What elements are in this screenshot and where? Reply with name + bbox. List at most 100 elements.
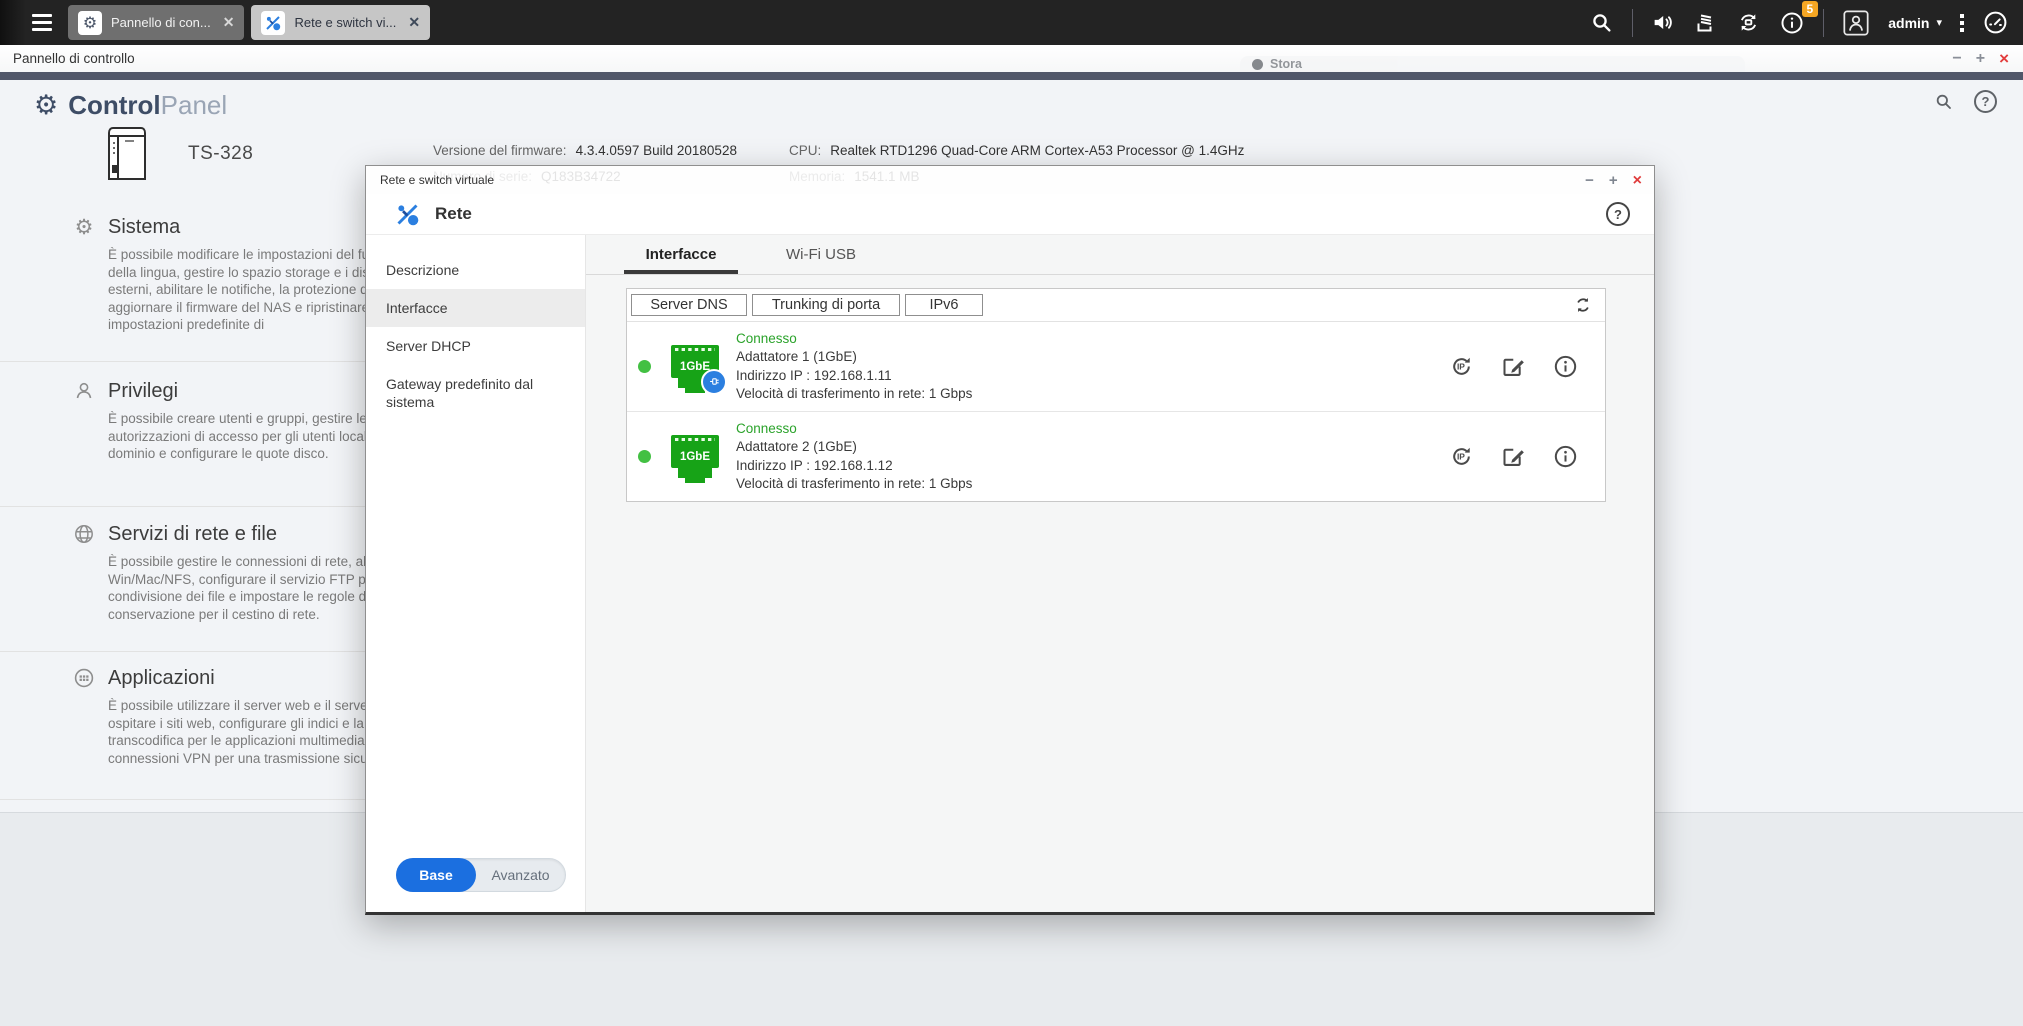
admin-label: admin [1888, 15, 1929, 31]
admin-menu[interactable]: admin ▾ [1888, 15, 1942, 31]
storage-window-title: Stora [1270, 57, 1302, 71]
nav-item-descrizione[interactable]: Descrizione [366, 251, 585, 289]
edit-icon[interactable] [1500, 353, 1527, 380]
search-icon[interactable] [1590, 11, 1614, 35]
status-dot [638, 360, 651, 373]
menu-shade [0, 0, 26, 45]
edit-icon[interactable] [1500, 443, 1527, 470]
renew-ip-icon[interactable]: IP [1448, 353, 1475, 380]
close-icon[interactable]: ✕ [408, 14, 420, 31]
tab-interfacce[interactable]: Interfacce [624, 235, 738, 274]
tab-network-switch[interactable]: Rete e switch vi... ✕ [251, 5, 430, 40]
maximize-button[interactable]: + [1976, 51, 1985, 67]
section-title: Servizi di rete e file [108, 523, 277, 546]
section-servizi-rete-file[interactable]: Servizi di rete e file È possibile gesti… [72, 522, 412, 623]
nic-icon: 1GbE [670, 428, 720, 486]
speed-label: Velocità di trasferimento in rete: [736, 476, 925, 491]
server-dns-button[interactable]: Server DNS [631, 294, 747, 316]
info-icon[interactable] [1552, 443, 1579, 470]
volume-icon[interactable] [1651, 10, 1676, 35]
status-dot [638, 450, 651, 463]
adapter-name: Adattatore 1 (1GbE) [736, 348, 972, 367]
close-button[interactable]: × [1633, 173, 1642, 188]
panel-toolbar: Server DNS Trunking di porta IPv6 [627, 289, 1605, 322]
top-bar: ⚙ Pannello di con... ✕ Rete e switch vi.… [0, 0, 2023, 45]
adapter-ip-line: Indirizzo IP : 192.168.1.11 [736, 367, 972, 386]
ip-label: Indirizzo IP : [736, 458, 810, 473]
section-applicazioni[interactable]: Applicazioni È possibile utilizzare il s… [72, 666, 412, 767]
nav-item-gateway[interactable]: Gateway predefinito dal sistema [366, 365, 585, 421]
background-window-storage: Stora [1240, 56, 1745, 72]
section-title: Sistema [108, 216, 180, 239]
brand-bold: Control [68, 90, 160, 120]
renew-ip-icon[interactable]: IP [1448, 443, 1475, 470]
adapter-status: Connesso [736, 420, 972, 439]
close-button[interactable]: × [1999, 51, 2009, 67]
adapter-name: Adattatore 2 (1GbE) [736, 438, 972, 457]
notification-badge: 5 [1802, 1, 1819, 17]
port-trunking-button[interactable]: Trunking di porta [752, 294, 900, 316]
gear-icon: ⚙ [78, 11, 102, 35]
mode-base[interactable]: Base [396, 858, 476, 892]
section-sistema[interactable]: ⚙ Sistema È possibile modificare le impo… [72, 215, 412, 334]
close-icon[interactable]: ✕ [223, 14, 235, 31]
network-icon [261, 11, 285, 35]
minimize-button[interactable]: − [1952, 51, 1961, 67]
minimize-button[interactable]: − [1585, 173, 1594, 188]
background-tasks-icon[interactable] [1694, 11, 1718, 35]
tab-label: Pannello di con... [111, 15, 211, 30]
nas-model: TS-328 [188, 143, 253, 165]
dialog-nav: Descrizione Interfacce Server DHCP Gatew… [366, 235, 586, 912]
gear-icon: ⚙ [34, 92, 58, 119]
main-menu-icon[interactable] [32, 14, 52, 31]
adapter-status: Connesso [736, 330, 972, 349]
avatar[interactable] [1842, 9, 1870, 37]
adapter-speed-line: Velocità di trasferimento in rete: 1 Gbp… [736, 475, 972, 494]
section-privilegi[interactable]: Privilegi È possibile creare utenti e gr… [72, 379, 412, 463]
nav-item-server-dhcp[interactable]: Server DHCP [366, 327, 585, 365]
apps-icon [72, 666, 96, 690]
dashboard-icon[interactable] [1982, 9, 2009, 36]
search-icon[interactable] [1934, 92, 1954, 112]
ip-label: Indirizzo IP : [736, 368, 810, 383]
tab-wifi-usb[interactable]: Wi-Fi USB [764, 235, 878, 274]
ipv6-button[interactable]: IPv6 [905, 294, 983, 316]
speed-value: 1 Gbps [929, 386, 973, 401]
mode-avanzato[interactable]: Avanzato [476, 867, 565, 883]
firmware-label: Versione del firmware: [433, 143, 567, 158]
more-options-icon[interactable] [1960, 14, 1964, 32]
help-icon[interactable]: ? [1606, 202, 1630, 226]
cpu-value: Realtek RTD1296 Quad-Core ARM Cortex-A53… [830, 143, 1244, 158]
adapter-row: 1GbE Connesso Adattatore 2 (1GbE) Indiri… [627, 411, 1605, 501]
window-edge-band [0, 72, 2023, 80]
svg-text:IP: IP [1457, 452, 1465, 462]
section-title: Applicazioni [108, 667, 215, 690]
desktop: ⚙ Pannello di con... ✕ Rete e switch vi.… [0, 0, 2023, 1026]
nav-item-interfacce[interactable]: Interfacce [366, 289, 585, 327]
sync-icon[interactable] [1736, 10, 1761, 35]
ip-value: 192.168.1.12 [814, 458, 893, 473]
tab-control-panel[interactable]: ⚙ Pannello di con... ✕ [68, 5, 244, 40]
info-icon[interactable] [1552, 353, 1579, 380]
refresh-icon[interactable] [1573, 295, 1593, 315]
maximize-button[interactable]: + [1609, 173, 1618, 188]
chevron-down-icon: ▾ [1936, 16, 1942, 29]
divider [1823, 9, 1824, 37]
adapter-row: 1GbE Connesso Adattatore 1 (1GbE) Indiri… [627, 322, 1605, 411]
adapter-ip-line: Indirizzo IP : 192.168.1.12 [736, 457, 972, 476]
nic-icon: 1GbE [670, 338, 720, 396]
help-icon[interactable]: ? [1974, 90, 1997, 113]
brand-light: Panel [161, 90, 228, 120]
svg-text:IP: IP [1457, 362, 1465, 372]
dialog-content: Interfacce Wi-Fi USB Server DNS Trunking… [586, 235, 1654, 912]
speed-value: 1 Gbps [929, 476, 973, 491]
divider [0, 799, 365, 800]
divider [1632, 9, 1633, 37]
topbar-right-icons: 5 admin ▾ [1590, 9, 2023, 37]
cpu-label: CPU: [789, 143, 821, 158]
notifications-icon[interactable]: 5 [1779, 10, 1805, 36]
user-icon [72, 379, 96, 403]
ip-value: 192.168.1.11 [814, 368, 892, 383]
network-icon [394, 201, 421, 228]
dialog-title: Rete [435, 204, 472, 224]
